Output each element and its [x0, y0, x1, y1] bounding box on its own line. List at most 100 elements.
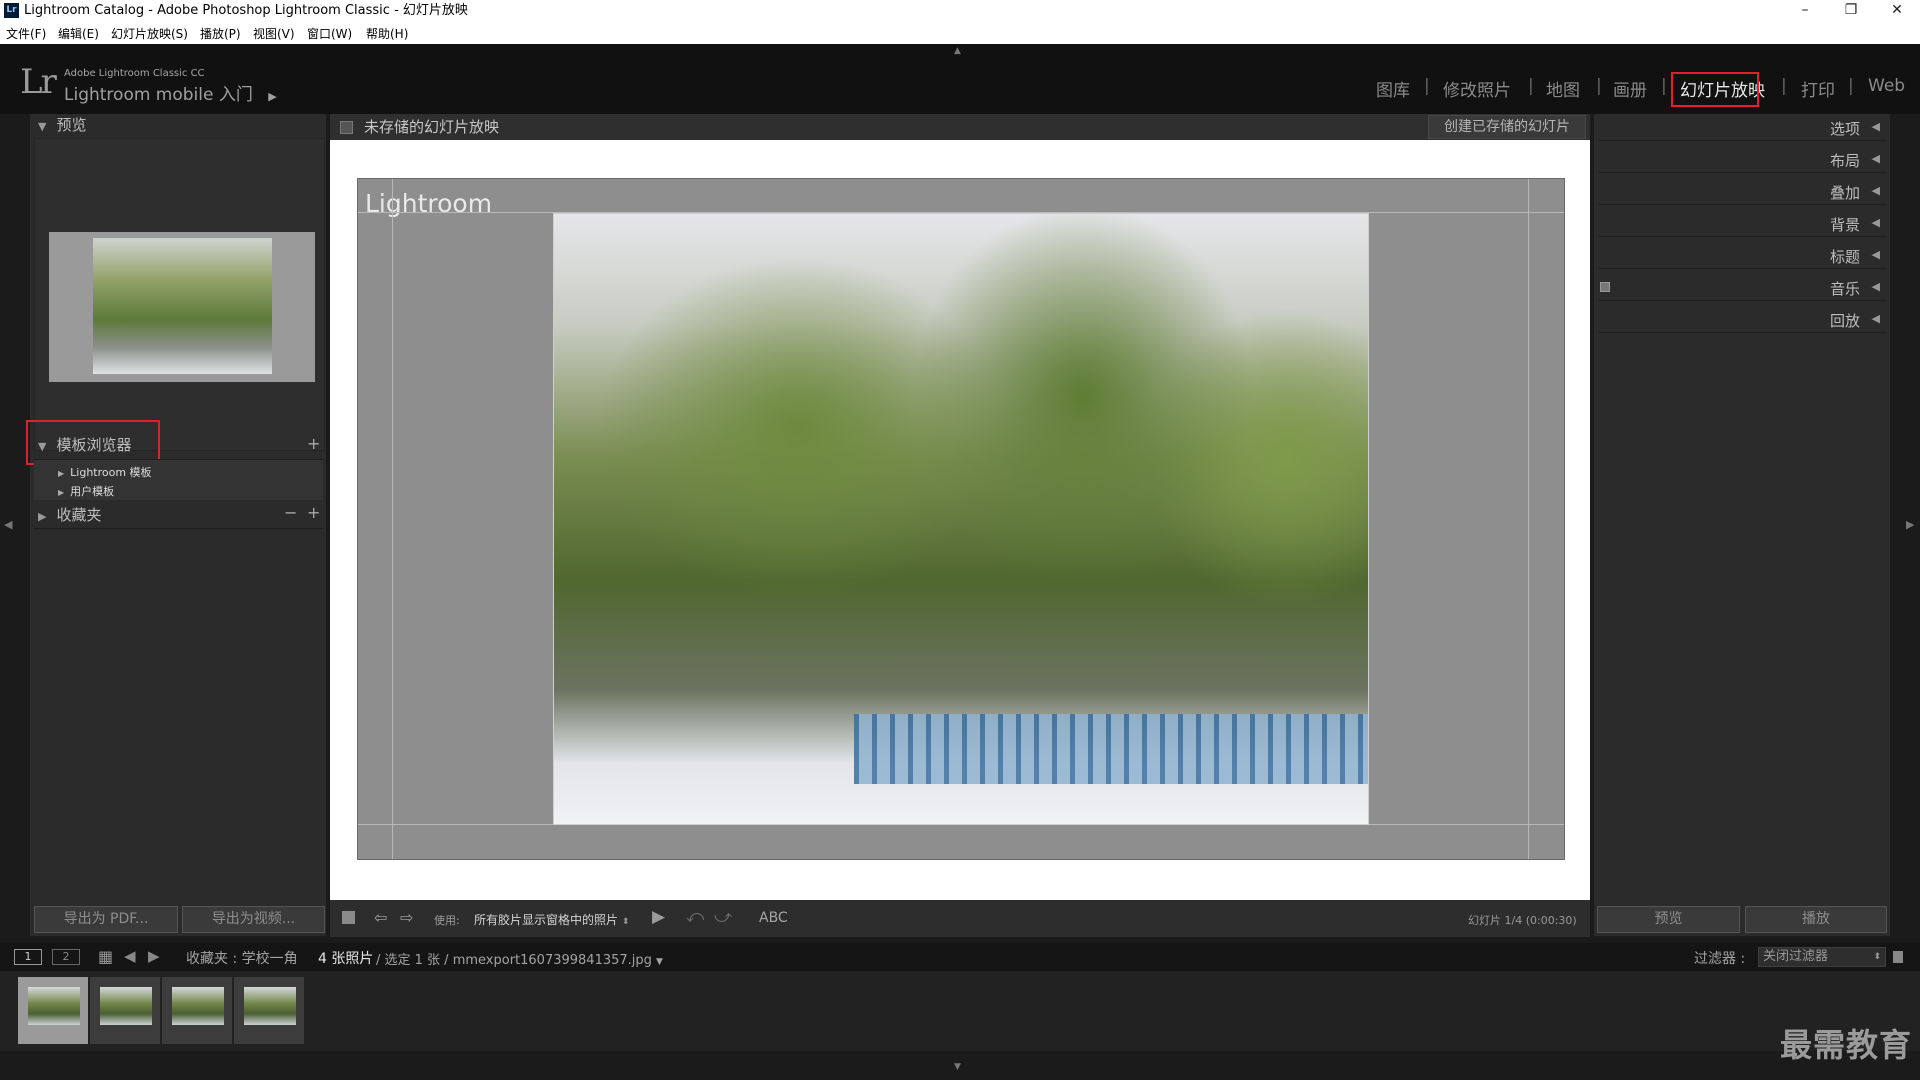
triangle-left-icon: ◀	[1871, 248, 1880, 261]
lightroom-mobile-link[interactable]: Lightroom mobile 入门 ▶	[64, 80, 277, 105]
use-source-dropdown[interactable]: 所有胶片显示窗格中的照片 ⬍	[474, 911, 629, 928]
slideshow-toolbar: ⇦ ⇨ 使用: 所有胶片显示窗格中的照片 ⬍ ▶ ⤺ ⤻ ABC 幻灯片 1/4…	[330, 900, 1590, 937]
slideshow-icon	[340, 121, 353, 134]
menu-window[interactable]: 窗口(W)	[307, 25, 352, 42]
play-button[interactable]: 播放	[1745, 906, 1887, 933]
watermark: 最需教育	[1779, 1026, 1912, 1064]
right-panel-toggle-icon[interactable]: ▶	[1906, 518, 1914, 531]
slide-stage: Lightroom	[330, 140, 1590, 900]
template-list: ▶ Lightroom 模板 ▶ 用户模板	[34, 459, 323, 500]
module-library[interactable]: 图库	[1376, 76, 1410, 101]
forward-arrow-icon[interactable]: ▶	[148, 947, 160, 965]
module-print[interactable]: 打印	[1801, 76, 1835, 101]
section-backdrop[interactable]: 背景 ◀	[1598, 212, 1886, 237]
preview-photo	[93, 238, 272, 374]
rotate-right-icon[interactable]: ⤻	[714, 907, 732, 927]
dropdown-arrow-icon: ⬍	[1873, 952, 1881, 962]
app-icon: Lr	[4, 3, 19, 18]
left-panel-toggle-icon[interactable]: ◀	[4, 518, 12, 531]
back-arrow-icon[interactable]: ◀	[124, 947, 136, 965]
filter-value: 关闭过滤器	[1763, 949, 1829, 964]
template-item-user[interactable]: ▶ 用户模板	[58, 483, 114, 499]
add-template-icon[interactable]: +	[307, 434, 320, 453]
collection-source[interactable]: 收藏夹 : 学校一角	[186, 948, 298, 968]
minimize-button[interactable]: –	[1782, 0, 1828, 22]
grid-icon[interactable]: ▦	[98, 947, 113, 966]
module-web[interactable]: Web	[1868, 76, 1905, 96]
module-picker: 图库 | 修改照片 | 地图 | 画册 | 幻灯片放映 | 打印 | Web	[1376, 72, 1916, 107]
identity-plate-text[interactable]: Lightroom	[365, 189, 492, 218]
export-video-button[interactable]: 导出为视频...	[182, 906, 325, 933]
filmstrip-thumbnail[interactable]	[162, 977, 232, 1044]
left-panel: ▼ 预览 ▼ 模板浏览器 + ▶ Lightroom 模板 ▶ 用户模板 ▶ 收藏夹 − …	[26, 114, 326, 936]
music-toggle-checkbox[interactable]	[1600, 282, 1610, 292]
section-overlays[interactable]: 叠加 ◀	[1598, 180, 1886, 205]
restore-button[interactable]: ❐	[1828, 0, 1874, 22]
selection-text: / 选定 1 张 / mmexport1607399841357.jpg	[376, 953, 652, 968]
use-source-value: 所有胶片显示窗格中的照片	[474, 913, 619, 927]
section-playback[interactable]: 回放 ◀	[1598, 308, 1886, 333]
section-label: 标题	[1829, 248, 1860, 266]
stop-icon[interactable]	[342, 911, 355, 924]
triangle-left-icon: ◀	[1871, 120, 1880, 133]
lr-logo: Lr	[20, 62, 57, 102]
menu-help[interactable]: 帮助(H)	[366, 25, 408, 42]
selection-info[interactable]: / 选定 1 张 / mmexport1607399841357.jpg ▼	[376, 949, 663, 968]
module-map[interactable]: 地图	[1546, 76, 1580, 101]
next-slide-icon[interactable]: ⇨	[400, 908, 413, 927]
section-titles[interactable]: 标题 ◀	[1598, 244, 1886, 269]
filmstrip-thumbnail[interactable]	[90, 977, 160, 1044]
section-label: 回放	[1829, 312, 1860, 330]
previous-slide-icon[interactable]: ⇦	[374, 908, 387, 927]
brand-product-name: Adobe Lightroom Classic CC	[64, 68, 205, 79]
module-separator: |	[1661, 76, 1667, 96]
module-develop[interactable]: 修改照片	[1443, 76, 1511, 101]
slide-photo[interactable]	[553, 213, 1369, 825]
export-pdf-button[interactable]: 导出为 PDF...	[34, 906, 178, 933]
template-label: 用户模板	[70, 485, 115, 498]
identity-plate-header: ▲ Lr Adobe Lightroom Classic CC Lightroo…	[0, 44, 1920, 114]
collapse-bottom-icon[interactable]: ▼	[954, 1062, 961, 1072]
photo-count: 4 张照片	[318, 951, 374, 967]
collections-header[interactable]: ▶ 收藏夹	[38, 504, 101, 525]
slide-counter: 幻灯片 1/4 (0:00:30)	[1468, 914, 1577, 927]
section-music[interactable]: 音乐 ◀	[1598, 276, 1886, 301]
preview-button[interactable]: 预览	[1597, 906, 1740, 933]
window-1-button[interactable]: 1	[14, 949, 42, 965]
filter-dropdown[interactable]: 关闭过滤器 ⬍	[1758, 947, 1886, 967]
module-separator: |	[1848, 76, 1854, 96]
photo-fence	[854, 714, 1368, 784]
menu-edit[interactable]: 编辑(E)	[58, 25, 99, 42]
create-saved-slideshow-button[interactable]: 创建已存储的幻灯片	[1428, 115, 1586, 139]
preview-panel-header[interactable]: ▼ 预览	[38, 114, 86, 135]
triangle-down-icon: ▼	[38, 120, 47, 133]
template-item-lightroom[interactable]: ▶ Lightroom 模板	[58, 464, 152, 480]
section-layout[interactable]: 布局 ◀	[1598, 148, 1886, 173]
close-button[interactable]: ✕	[1874, 0, 1920, 22]
collapse-top-icon[interactable]: ▲	[954, 46, 961, 56]
layout-guide	[392, 179, 393, 859]
menu-file[interactable]: 文件(F)	[6, 25, 46, 42]
section-label: 布局	[1829, 152, 1860, 170]
rotate-left-icon[interactable]: ⤺	[686, 907, 704, 927]
menu-slideshow[interactable]: 幻灯片放映(S)	[111, 25, 188, 42]
add-text-button[interactable]: ABC	[759, 910, 788, 926]
preview-thumbnail	[49, 232, 315, 382]
triangle-right-icon: ▶	[38, 510, 47, 523]
menu-play[interactable]: 播放(P)	[200, 25, 241, 42]
window-2-button[interactable]: 2	[52, 949, 80, 965]
section-label: 背景	[1829, 216, 1860, 234]
play-preview-icon[interactable]: ▶	[652, 907, 665, 927]
triangle-left-icon: ◀	[1871, 280, 1880, 293]
thumbnail-photo	[100, 987, 152, 1025]
menu-view[interactable]: 视图(V)	[253, 25, 295, 42]
thumbnail-photo	[172, 987, 224, 1025]
filmstrip-thumbnail[interactable]	[18, 977, 88, 1044]
module-book[interactable]: 画册	[1613, 76, 1647, 101]
remove-collection-icon[interactable]: −	[284, 503, 297, 522]
section-options[interactable]: 选项 ◀	[1598, 116, 1886, 141]
filter-lock-icon[interactable]	[1893, 951, 1903, 963]
triangle-right-icon: ▶	[58, 469, 65, 478]
filmstrip-thumbnail[interactable]	[234, 977, 304, 1044]
add-collection-icon[interactable]: +	[307, 503, 320, 522]
